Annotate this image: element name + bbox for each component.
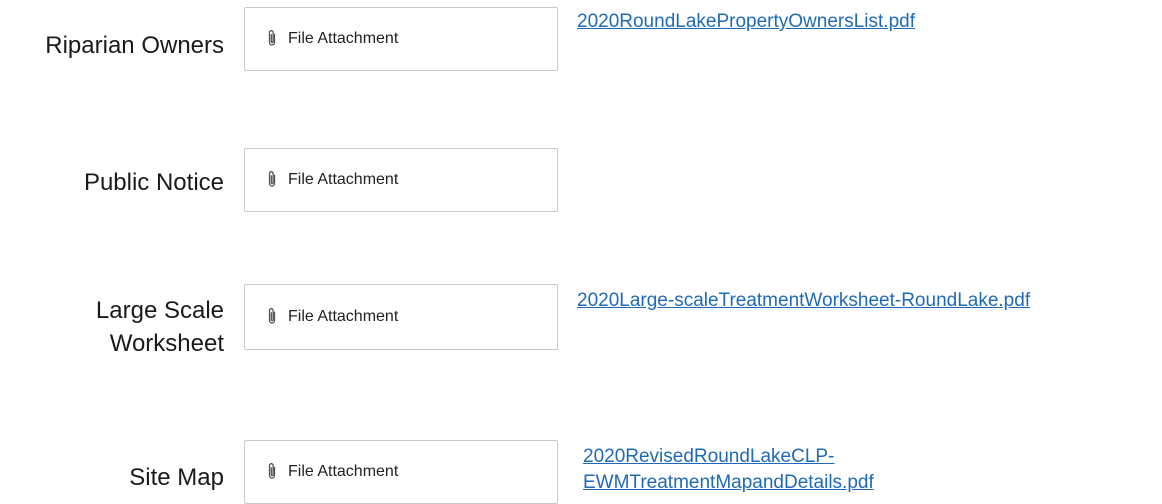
large-scale-worksheet-file-link[interactable]: 2020Large-scaleTreatmentWorksheet-RoundL… xyxy=(577,289,1030,313)
paperclip-icon xyxy=(268,308,276,324)
site-map-file-link-line1[interactable]: 2020RevisedRoundLakeCLP- xyxy=(583,445,834,469)
riparian-owners-file-attachment[interactable]: File Attachment xyxy=(244,7,558,71)
public-notice-file-attachment[interactable]: File Attachment xyxy=(244,148,558,212)
site-map-label: Site Map xyxy=(129,464,224,491)
riparian-owners-label: Riparian Owners xyxy=(45,32,224,59)
paperclip-icon xyxy=(268,463,276,479)
site-map-file-link-line2[interactable]: EWMTreatmentMapandDetails.pdf xyxy=(583,471,874,495)
file-attachment-label: File Attachment xyxy=(288,30,399,47)
file-attachment-label: File Attachment xyxy=(288,171,399,188)
large-scale-worksheet-file-attachment[interactable]: File Attachment xyxy=(244,284,558,350)
file-attachment-label: File Attachment xyxy=(288,463,399,480)
riparian-owners-file-link[interactable]: 2020RoundLakePropertyOwnersList.pdf xyxy=(577,10,915,34)
paperclip-icon xyxy=(268,30,276,46)
paperclip-icon xyxy=(268,171,276,187)
large-scale-worksheet-label-line2: Worksheet xyxy=(109,330,224,357)
public-notice-label: Public Notice xyxy=(83,169,224,196)
site-map-file-attachment[interactable]: File Attachment xyxy=(244,440,558,504)
file-attachment-label: File Attachment xyxy=(288,308,399,325)
large-scale-worksheet-label-line1: Large Scale xyxy=(95,297,224,324)
